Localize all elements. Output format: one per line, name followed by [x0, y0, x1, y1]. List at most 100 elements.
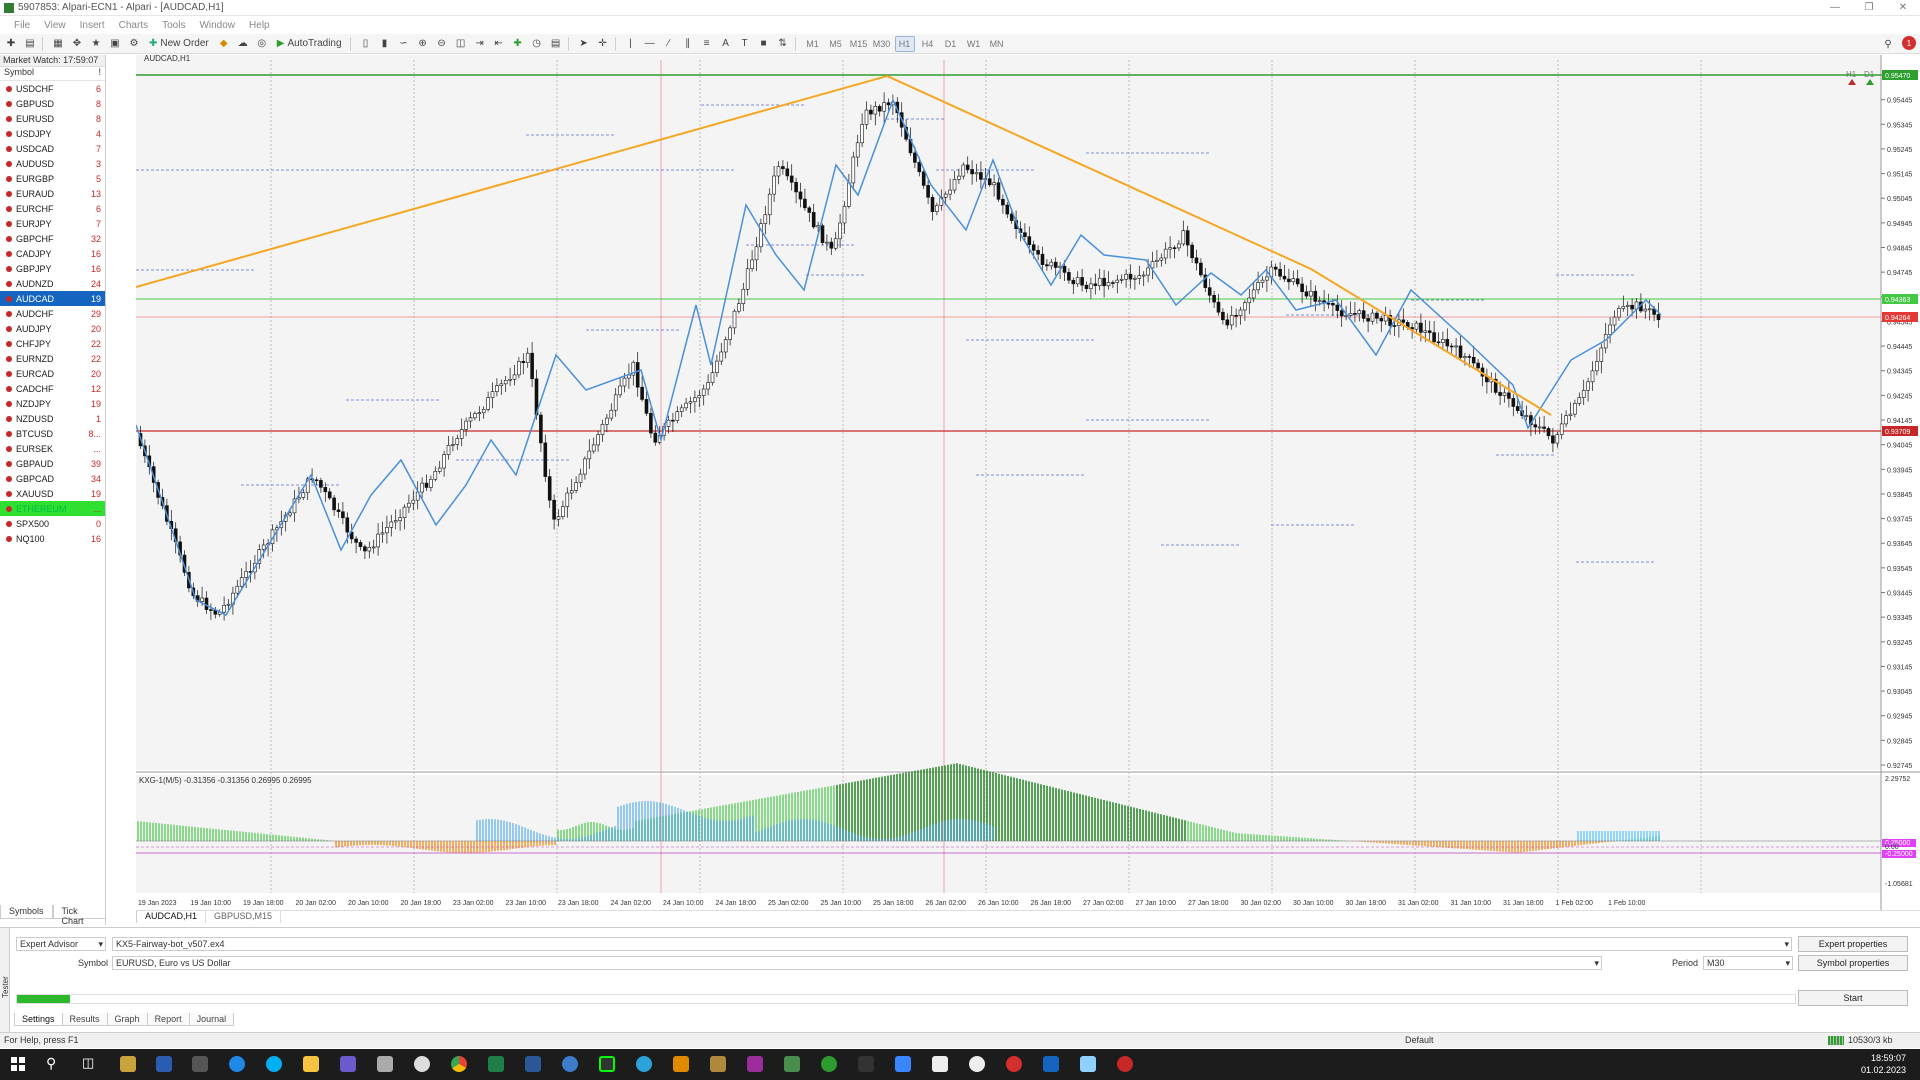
data-window-icon[interactable]: ✥ — [69, 36, 85, 52]
tab-graph[interactable]: Graph — [106, 1013, 148, 1026]
app-taskbar-icon[interactable] — [710, 1056, 726, 1072]
file-explorer-icon[interactable] — [303, 1056, 319, 1072]
market-watch-row[interactable]: EURGBP 5 — [0, 171, 105, 186]
start-button[interactable]: Start — [1798, 990, 1908, 1006]
fibonacci-icon[interactable]: ≡ — [699, 36, 715, 52]
market-watch-row[interactable]: AUDNZD 24 — [0, 276, 105, 291]
app-taskbar-icon[interactable] — [377, 1056, 393, 1072]
skype-icon[interactable] — [266, 1056, 282, 1072]
horizontal-line-icon[interactable]: — — [642, 36, 658, 52]
market-watch-row[interactable]: EURCAD 20 — [0, 366, 105, 381]
zoom-in-icon[interactable]: ⊕ — [415, 36, 431, 52]
market-watch-row[interactable]: GBPUSD 8 — [0, 96, 105, 111]
market-watch-row[interactable]: GBPCHF 32 — [0, 231, 105, 246]
market-watch-row[interactable]: USDCHF 6 — [0, 81, 105, 96]
tab-settings[interactable]: Settings — [14, 1013, 63, 1026]
market-watch-row[interactable]: CADCHF 12 — [0, 381, 105, 396]
market-watch-row[interactable]: EURAUD 13 — [0, 186, 105, 201]
channel-icon[interactable]: ∥ — [680, 36, 696, 52]
tf-w1[interactable]: W1 — [964, 36, 984, 52]
app-taskbar-icon[interactable] — [192, 1056, 208, 1072]
arrows-icon[interactable]: ⇅ — [775, 36, 791, 52]
new-order-button[interactable]: ✚ New Order — [145, 36, 213, 52]
minimize-icon[interactable]: — — [1818, 0, 1852, 16]
auto-scroll-icon[interactable]: ⇥ — [472, 36, 488, 52]
app-taskbar-icon[interactable] — [1043, 1056, 1059, 1072]
tab-results[interactable]: Results — [61, 1013, 108, 1026]
menu-insert[interactable]: Insert — [80, 20, 105, 31]
shapes-icon[interactable]: ■ — [756, 36, 772, 52]
app-taskbar-icon[interactable] — [673, 1056, 689, 1072]
vps-icon[interactable]: ☁ — [235, 36, 251, 52]
yandex-icon[interactable] — [1006, 1056, 1022, 1072]
chrome-icon[interactable] — [451, 1056, 467, 1072]
app-taskbar-icon[interactable] — [120, 1056, 136, 1072]
market-watch-row[interactable]: XAUUSD 19 — [0, 486, 105, 501]
market-watch-row[interactable]: GBPCAD 34 — [0, 471, 105, 486]
tab-report[interactable]: Report — [146, 1013, 190, 1026]
chart-shift-icon[interactable]: ⇤ — [491, 36, 507, 52]
chart-window[interactable]: AUDCAD,H1 KXG-1(M/5) -0.31356 -0.31356 0.… — [136, 55, 1920, 915]
market-watch-row[interactable]: AUDUSD 3 — [0, 156, 105, 171]
notification-icon[interactable]: 1 — [1902, 36, 1916, 50]
market-watch-icon[interactable]: ▦ — [50, 36, 66, 52]
menu-window[interactable]: Window — [199, 20, 235, 31]
chart-tab-audcad[interactable]: AUDCAD,H1 — [136, 911, 207, 923]
tf-m15[interactable]: M15 — [849, 36, 869, 52]
market-watch-row[interactable]: AUDCAD 19 — [0, 291, 105, 306]
app-taskbar-icon[interactable] — [414, 1056, 430, 1072]
market-watch-row[interactable]: SPX500 0 — [0, 516, 105, 531]
app-taskbar-icon[interactable] — [784, 1056, 800, 1072]
taskbar-clock[interactable]: 18:59:07 01.02.2023 — [1861, 1052, 1906, 1076]
app-taskbar-icon[interactable] — [1080, 1056, 1096, 1072]
market-watch-row[interactable]: CHFJPY 22 — [0, 336, 105, 351]
search-icon[interactable]: ⚲ — [46, 1055, 56, 1072]
menu-file[interactable]: File — [14, 20, 30, 31]
price-chart[interactable]: AUDCAD,H1 KXG-1(M/5) -0.31356 -0.31356 0.… — [136, 55, 1920, 910]
market-watch-row[interactable]: NQ100 16 — [0, 531, 105, 546]
app-taskbar-icon[interactable] — [821, 1056, 837, 1072]
windows-start-icon[interactable] — [11, 1057, 25, 1071]
navigator-icon[interactable]: ★ — [88, 36, 104, 52]
trendline-icon[interactable]: ∕ — [661, 36, 677, 52]
app-taskbar-icon[interactable] — [562, 1056, 578, 1072]
tf-m5[interactable]: M5 — [826, 36, 846, 52]
bar-chart-icon[interactable]: ▯ — [358, 36, 374, 52]
new-chart-icon[interactable]: ✚ — [3, 36, 19, 52]
market-watch-row[interactable]: NZDJPY 19 — [0, 396, 105, 411]
text-icon[interactable]: A — [718, 36, 734, 52]
app-taskbar-icon[interactable] — [969, 1056, 985, 1072]
tf-m30[interactable]: M30 — [872, 36, 892, 52]
tab-tick-chart[interactable]: Tick Chart — [52, 905, 106, 926]
app-taskbar-icon[interactable] — [156, 1056, 172, 1072]
app-taskbar-icon[interactable] — [599, 1056, 615, 1072]
symbol-select[interactable]: EURUSD, Euro vs US Dollar ▾ — [112, 956, 1602, 970]
vertical-line-icon[interactable]: | — [623, 36, 639, 52]
expert-properties-button[interactable]: Expert properties — [1798, 936, 1908, 952]
tf-h4[interactable]: H4 — [918, 36, 938, 52]
market-watch-row[interactable]: EURJPY 7 — [0, 216, 105, 231]
crosshair-icon[interactable]: ✛ — [595, 36, 611, 52]
close-icon[interactable]: ✕ — [1886, 0, 1920, 16]
col-symbol[interactable]: Symbol — [4, 67, 34, 80]
tf-d1[interactable]: D1 — [941, 36, 961, 52]
period-select[interactable]: M30 ▾ — [1703, 956, 1793, 970]
signals-icon[interactable]: ◎ — [254, 36, 270, 52]
label-icon[interactable]: T — [737, 36, 753, 52]
market-watch-row[interactable]: EURUSD 8 — [0, 111, 105, 126]
tab-journal[interactable]: Journal — [188, 1013, 235, 1026]
tile-windows-icon[interactable]: ◫ — [453, 36, 469, 52]
menu-charts[interactable]: Charts — [119, 20, 148, 31]
market-watch-row[interactable]: EURSEK... — [0, 441, 105, 456]
market-watch-row[interactable]: EURNZD 22 — [0, 351, 105, 366]
market-watch-row[interactable]: NZDUSD 1 — [0, 411, 105, 426]
tab-symbols[interactable]: Symbols — [0, 905, 53, 919]
market-watch-row[interactable]: GBPAUD 39 — [0, 456, 105, 471]
auto-trading-button[interactable]: ▶ AutoTrading — [273, 36, 346, 52]
tf-mn[interactable]: MN — [987, 36, 1007, 52]
col-spread[interactable]: ! — [98, 67, 101, 80]
market-watch-row[interactable]: AUDCHF 29 — [0, 306, 105, 321]
app-taskbar-icon[interactable] — [340, 1056, 356, 1072]
tf-h1[interactable]: H1 — [894, 35, 915, 52]
maximize-icon[interactable]: ❐ — [1852, 0, 1886, 16]
